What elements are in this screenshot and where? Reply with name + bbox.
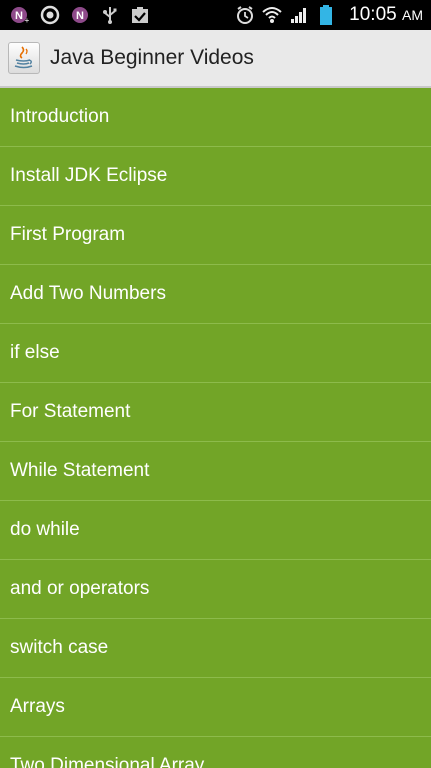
list-item[interactable]: do while	[0, 501, 431, 560]
list-item[interactable]: Introduction	[0, 88, 431, 147]
status-clock: 10:05 AM	[349, 4, 423, 26]
notification-icons: N + N	[10, 5, 150, 25]
alarm-clock-icon	[235, 5, 255, 25]
signal-bars-icon	[289, 5, 309, 25]
record-circle-icon	[40, 5, 60, 25]
list-item[interactable]: Two Dimensional Array	[0, 737, 431, 768]
clock-time: 10:05	[349, 4, 397, 25]
list-item[interactable]: First Program	[0, 206, 431, 265]
list-item[interactable]: Add Two Numbers	[0, 265, 431, 324]
svg-text:+: +	[25, 16, 30, 25]
list-item[interactable]: Arrays	[0, 678, 431, 737]
clock-ampm: AM	[402, 7, 423, 23]
svg-text:N: N	[76, 10, 84, 22]
app-title: Java Beginner Videos	[50, 46, 254, 69]
system-icons: 10:05 AM	[235, 4, 423, 26]
list-item[interactable]: Install JDK Eclipse	[0, 147, 431, 206]
onenote-n-icon: N +	[10, 5, 30, 25]
video-list: Introduction Install JDK Eclipse First P…	[0, 88, 431, 768]
list-item[interactable]: switch case	[0, 619, 431, 678]
list-item[interactable]: While Statement	[0, 442, 431, 501]
onenote-n-icon: N	[70, 5, 90, 25]
battery-icon	[316, 5, 336, 25]
status-bar: N + N 10:05 AM	[0, 0, 431, 30]
action-bar: Java Beginner Videos	[0, 30, 431, 88]
list-item[interactable]: and or operators	[0, 560, 431, 619]
list-item[interactable]: For Statement	[0, 383, 431, 442]
clipboard-check-icon	[130, 5, 150, 25]
java-cup-icon[interactable]	[8, 42, 40, 74]
svg-text:N: N	[15, 10, 23, 22]
wifi-icon	[262, 5, 282, 25]
list-item[interactable]: if else	[0, 324, 431, 383]
usb-icon	[100, 5, 120, 25]
